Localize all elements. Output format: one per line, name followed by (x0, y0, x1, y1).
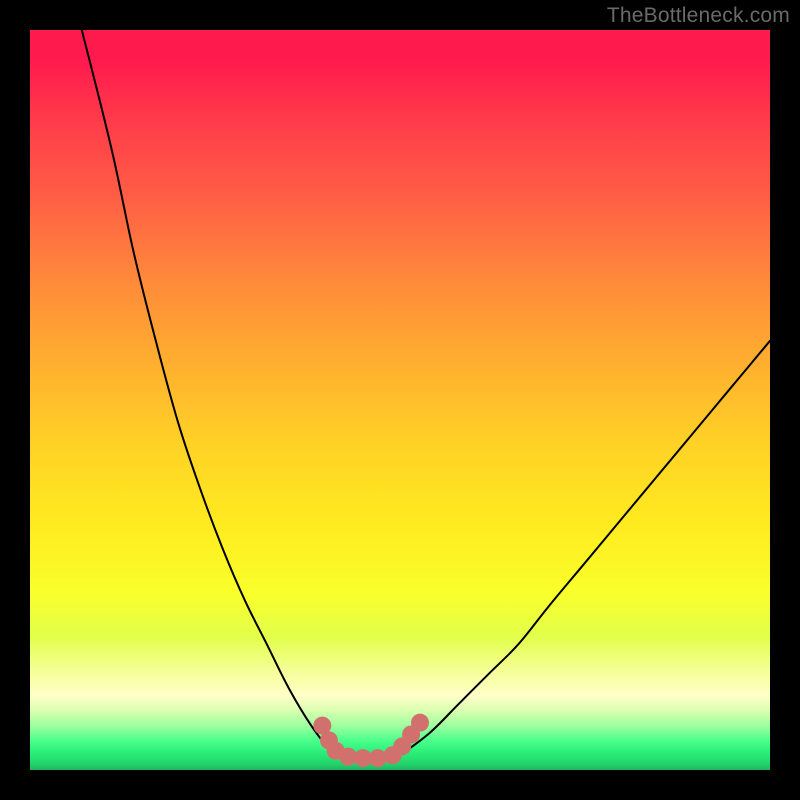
watermark-text: TheBottleneck.com (607, 4, 790, 28)
right-marker-cluster-dot (411, 714, 429, 732)
left-marker-cluster-dot (369, 749, 387, 767)
chart-svg (30, 30, 770, 770)
chart-frame: TheBottleneck.com (0, 0, 800, 800)
series-right-curve (400, 341, 770, 755)
series-left-curve (82, 30, 334, 755)
